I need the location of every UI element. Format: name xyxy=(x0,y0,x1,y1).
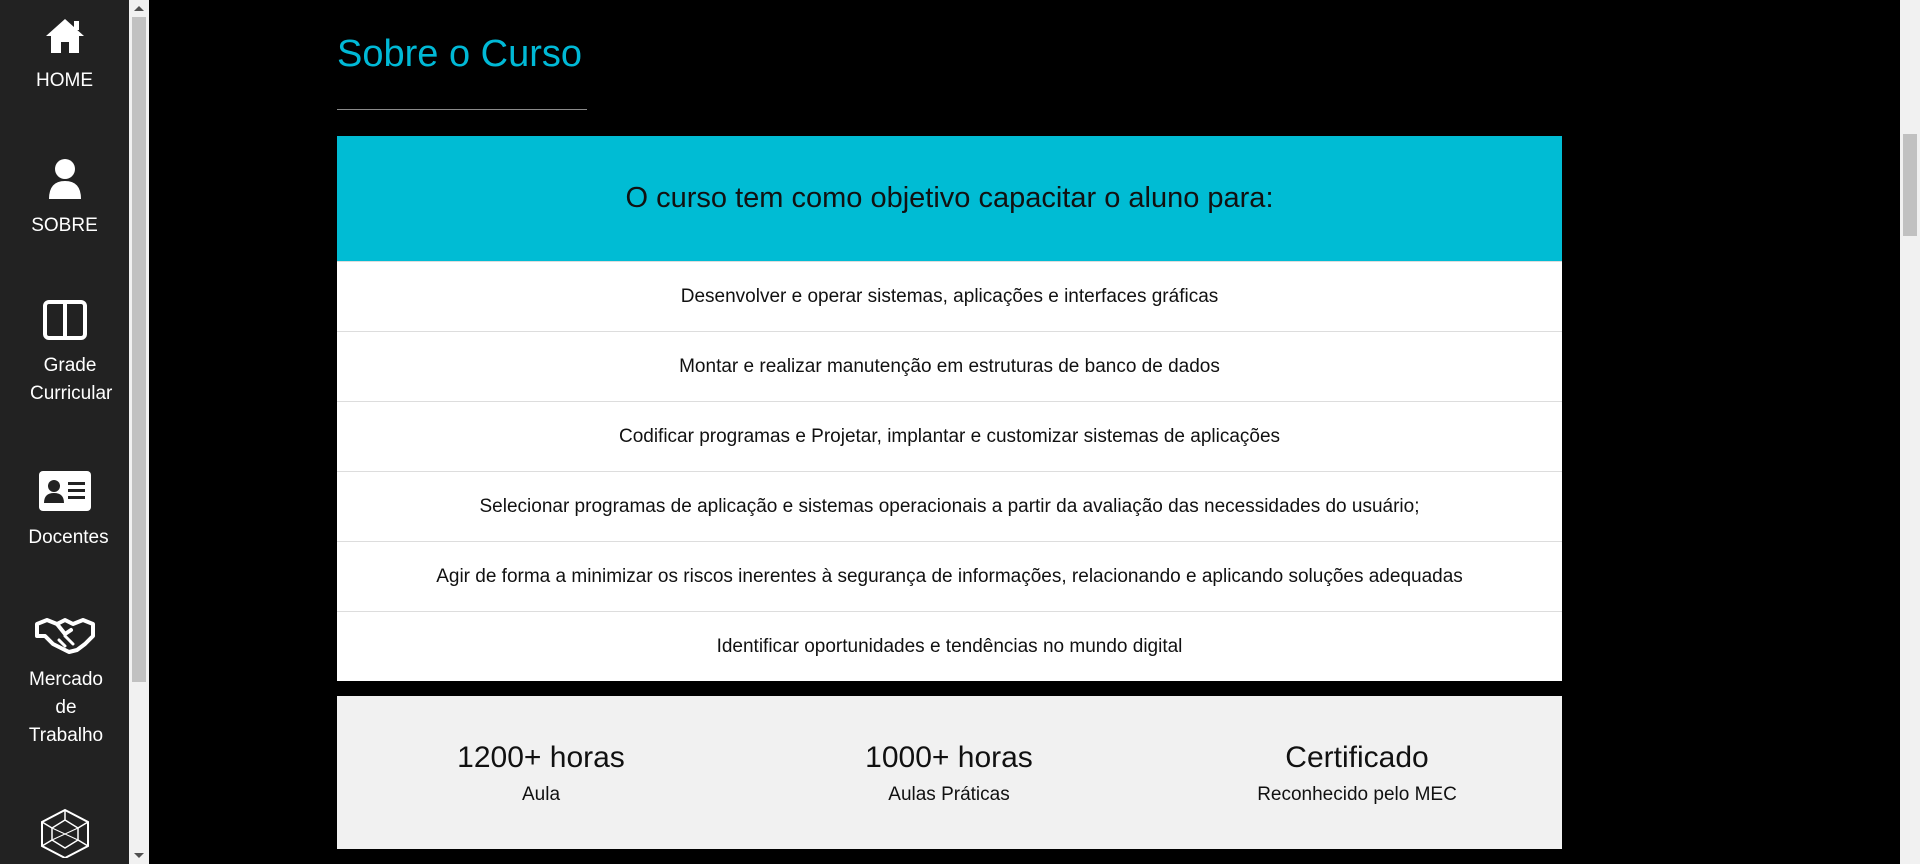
page-scroll-thumb[interactable] xyxy=(1903,134,1917,236)
stat-hours-aula: 1200+ horas Aula xyxy=(337,740,745,808)
sidebar-item-home[interactable]: HOME xyxy=(0,17,129,95)
handshake-icon xyxy=(34,618,95,654)
sidebar-item-grade-curricular[interactable]: Grade Curricular xyxy=(0,300,129,408)
stat-hours-praticas: 1000+ horas Aulas Práticas xyxy=(745,740,1153,808)
sidebar-scroll-thumb[interactable] xyxy=(132,17,146,682)
objective-item: Montar e realizar manutenção em estrutur… xyxy=(337,331,1562,401)
user-icon xyxy=(48,159,81,199)
scroll-down-arrow-icon[interactable] xyxy=(134,853,144,858)
stat-label: Aula xyxy=(521,784,561,805)
objective-item: Selecionar programas de aplicação e sist… xyxy=(337,471,1562,541)
sidebar-item-sobre[interactable]: SOBRE xyxy=(0,158,129,240)
page-title: Sobre o Curso xyxy=(337,33,583,75)
sidebar-item-label: Mercado de Trabalho xyxy=(28,669,104,746)
sidebar-item-label: Grade Curricular xyxy=(30,355,113,404)
objective-item: Identificar oportunidades e tendências n… xyxy=(337,611,1562,681)
home-icon xyxy=(45,19,84,53)
objectives-heading: O curso tem como objetivo capacitar o al… xyxy=(337,136,1562,261)
id-card-icon xyxy=(38,471,91,511)
title-divider xyxy=(337,109,587,110)
stat-value: 1000+ horas xyxy=(865,741,1033,774)
objective-item: Agir de forma a minimizar os riscos iner… xyxy=(337,541,1562,611)
page-scrollbar[interactable] xyxy=(1900,0,1920,864)
stat-label: Reconhecido pelo MEC xyxy=(1257,784,1457,805)
sidebar-item-mercado-de-trabalho[interactable]: Mercado de Trabalho xyxy=(0,614,129,750)
sidebar-item-polyhedron[interactable] xyxy=(0,808,129,858)
objectives-card: O curso tem como objetivo capacitar o al… xyxy=(337,136,1562,681)
sidebar-item-label: SOBRE xyxy=(31,215,98,236)
stat-label: Aulas Práticas xyxy=(888,784,1010,805)
scroll-up-arrow-icon[interactable] xyxy=(134,6,144,11)
stat-value: Certificado xyxy=(1285,741,1429,774)
sidebar-item-docentes[interactable]: Docentes xyxy=(0,470,129,552)
stat-certificado: Certificado Reconhecido pelo MEC xyxy=(1153,740,1561,808)
objective-item: Desenvolver e operar sistemas, aplicaçõe… xyxy=(337,261,1562,331)
sidebar-item-label: Docentes xyxy=(28,527,109,548)
stat-value: 1200+ horas xyxy=(457,741,625,774)
sidebar-item-label: HOME xyxy=(36,70,93,91)
sidebar: HOME SOBRE Grade Curricular Docentes Mer… xyxy=(0,0,129,864)
columns-icon xyxy=(42,300,87,340)
polyhedron-icon xyxy=(40,808,89,858)
objective-item: Codificar programas e Projetar, implanta… xyxy=(337,401,1562,471)
sidebar-scrollbar[interactable] xyxy=(129,0,149,864)
stats-panel: 1200+ horas Aula 1000+ horas Aulas Práti… xyxy=(337,696,1562,849)
